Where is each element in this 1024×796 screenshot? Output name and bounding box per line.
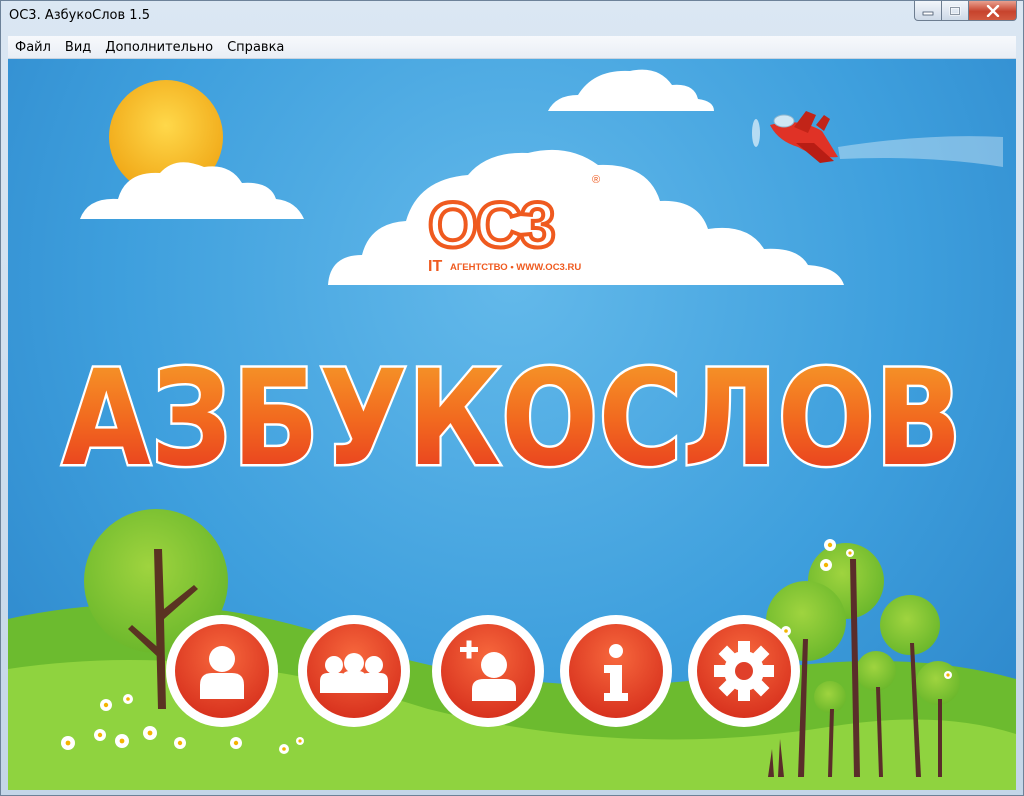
- logo-main-text: ОС3: [428, 189, 554, 261]
- gear-icon: [714, 641, 774, 701]
- logo-registered-mark: ®: [592, 174, 600, 186]
- main-canvas: ОС3 ® IT АГЕНТСТВО • WWW.OC3.RU АЗБУКОСЛ…: [8, 59, 1016, 790]
- cloud-top: [548, 69, 714, 111]
- plane-trail: [838, 136, 1003, 167]
- settings-button[interactable]: [688, 615, 800, 727]
- cloud-left: [80, 162, 304, 219]
- menu-bar: Файл Вид Дополнительно Справка: [8, 36, 1016, 59]
- app-title: АЗБУКОСЛОВ: [62, 342, 962, 496]
- logo-subtitle: АГЕНТСТВО • WWW.OC3.RU: [450, 262, 581, 273]
- close-icon: [986, 4, 999, 17]
- menu-help[interactable]: Справка: [220, 40, 291, 55]
- group-button[interactable]: [298, 615, 410, 727]
- maximize-button[interactable]: [942, 1, 969, 21]
- close-button[interactable]: [969, 1, 1017, 21]
- window-controls: [914, 1, 1017, 21]
- cloud-center: [328, 149, 844, 285]
- minimize-icon: [922, 11, 934, 15]
- menu-extra[interactable]: Дополнительно: [98, 40, 220, 55]
- minimize-button[interactable]: [914, 1, 942, 21]
- window-title: ОС3. АзбукоСлов 1.5: [9, 8, 150, 23]
- add-user-button[interactable]: [432, 615, 544, 727]
- plane-icon: [752, 111, 838, 163]
- title-bar[interactable]: ОС3. АзбукоСлов 1.5: [1, 1, 1023, 35]
- menu-file[interactable]: Файл: [8, 40, 58, 55]
- info-button[interactable]: [560, 615, 672, 727]
- menu-view[interactable]: Вид: [58, 40, 98, 55]
- maximize-icon: [949, 6, 961, 15]
- logo-it-text: IT: [428, 258, 442, 275]
- app-window: ОС3. АзбукоСлов 1.5 Файл Вид Дополнитель…: [0, 0, 1024, 796]
- profile-button[interactable]: [166, 615, 278, 727]
- scene: ОС3 ® IT АГЕНТСТВО • WWW.OC3.RU АЗБУКОСЛ…: [8, 69, 1016, 790]
- group-icon: [320, 653, 388, 693]
